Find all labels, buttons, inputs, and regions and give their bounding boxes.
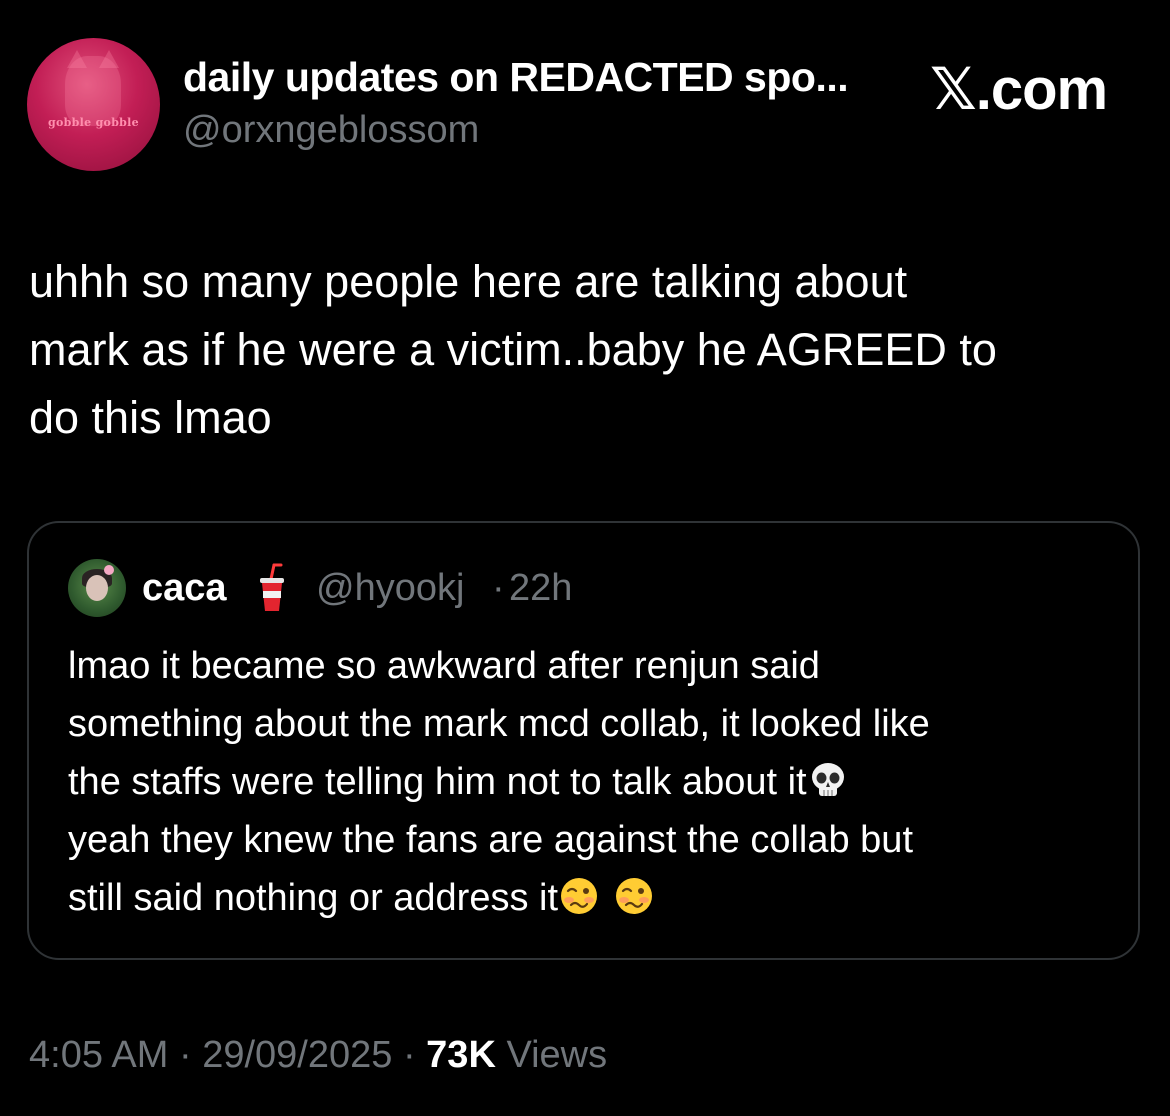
quoted-line-text: the staffs were telling him not to talk … — [68, 761, 807, 803]
avatar-face — [86, 575, 108, 601]
quoted-line: the staffs were telling him not to talk … — [68, 753, 1118, 811]
quoted-tweet-text: lmao it became so awkward after renjun s… — [68, 637, 1118, 927]
quoted-tweet-card[interactable]: caca @hyookj · 22h lmao it became so awk… — [27, 521, 1140, 960]
x-logo-suffix: .com — [975, 57, 1108, 122]
tweet-time[interactable]: 4:05 AM — [29, 1034, 168, 1076]
quoted-author-handle[interactable]: @hyookj — [316, 567, 464, 610]
quoted-line: something about the mark mcd collab, it … — [68, 703, 930, 745]
author-display-name[interactable]: daily updates on REDACTED spo... — [183, 54, 849, 101]
separator-dot: · — [168, 1034, 203, 1076]
separator-dot: · — [492, 567, 505, 609]
tweet-date[interactable]: 29/09/2025 — [202, 1034, 392, 1076]
quoted-line: yeah they knew the fans are against the … — [68, 819, 913, 861]
separator-dot: · — [392, 1034, 427, 1076]
quoted-author-avatar[interactable] — [68, 559, 126, 617]
avatar-flower — [104, 565, 114, 575]
quoted-line: still said nothing or address it — [68, 869, 1118, 927]
quoted-line: lmao it became so awkward after renjun s… — [68, 645, 820, 687]
quoted-timestamp[interactable]: 22h — [509, 567, 572, 610]
views-count[interactable]: 73K — [426, 1034, 496, 1076]
views-label: Views — [495, 1034, 608, 1076]
tweet-text: uhhh so many people here are talking abo… — [29, 256, 997, 443]
x-logo-icon: 𝕏 — [930, 55, 977, 123]
author-avatar[interactable]: gobble gobble — [27, 38, 160, 171]
x-logo: 𝕏.com — [930, 55, 1108, 123]
woozy-face-icon — [561, 878, 598, 914]
skull-icon — [811, 763, 844, 796]
quoted-author-name[interactable]: caca — [142, 567, 227, 610]
woozy-face-icon — [616, 878, 653, 914]
cup-with-straw-icon — [260, 563, 284, 611]
tweet-metadata: 4:05 AM · 29/09/2025 · 73K Views — [29, 1034, 607, 1077]
author-handle[interactable]: @orxngeblossom — [183, 109, 479, 152]
avatar-caption: gobble gobble — [48, 116, 139, 129]
quoted-line-text: still said nothing or address it — [68, 877, 559, 919]
